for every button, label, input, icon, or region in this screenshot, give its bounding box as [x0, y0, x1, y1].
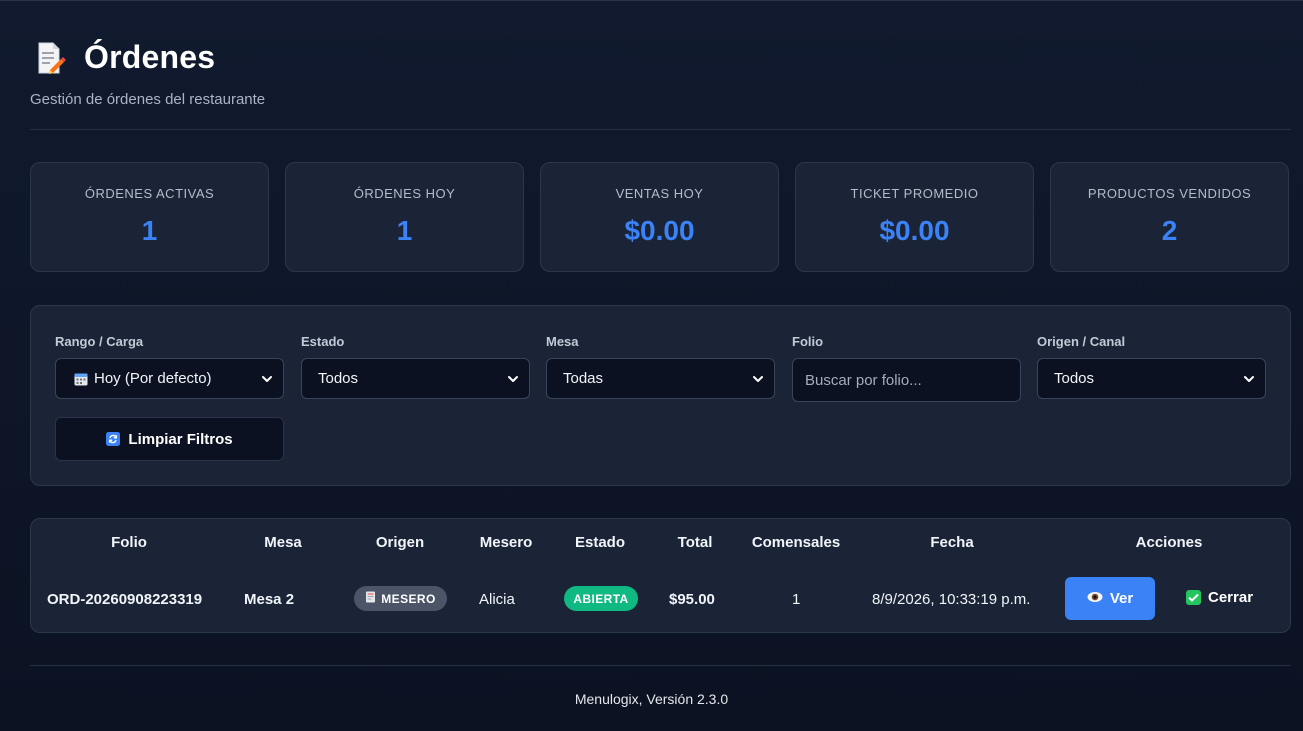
column-header-comensales: Comensales — [751, 534, 841, 551]
filter-table: Mesa Todas — [546, 334, 775, 399]
table-select-value: Todas — [563, 370, 604, 387]
filter-label: Mesa — [546, 334, 579, 349]
refresh-icon — [106, 432, 121, 446]
stat-value: $0.00 — [624, 215, 695, 246]
range-select-value: Hoy (Por defecto) — [94, 370, 212, 387]
view-order-button[interactable]: Ver — [1065, 577, 1155, 620]
column-header-folio: Folio — [111, 534, 147, 551]
stat-label: PRODUCTOS VENDIDOS — [1087, 186, 1252, 201]
chevron-down-icon — [507, 372, 519, 384]
stat-value: $0.00 — [879, 215, 950, 246]
filters-panel: Rango / Carga Hoy (Por defecto) Estado T… — [30, 305, 1291, 486]
eye-icon — [1087, 590, 1103, 607]
origin-badge: MESERO — [354, 586, 447, 611]
view-order-label: Ver — [1109, 590, 1134, 607]
stat-card-products-sold: PRODUCTOS VENDIDOS 2 — [1050, 162, 1289, 272]
calendar-icon — [74, 372, 88, 386]
cell-mesero: Alicia — [479, 591, 515, 608]
cell-folio: ORD-20260908223319 — [47, 591, 203, 608]
header-divider — [30, 129, 1291, 130]
table-select[interactable]: Todas — [546, 358, 775, 399]
stat-label: TICKET PROMEDIO — [850, 186, 979, 201]
page-header: Órdenes — [30, 39, 215, 76]
cell-fecha: 8/9/2026, 10:33:19 p.m. — [872, 591, 1031, 608]
stat-value: 1 — [396, 215, 413, 246]
stat-card-average-ticket: TICKET PROMEDIO $0.00 — [795, 162, 1034, 272]
status-badge: ABIERTA — [564, 586, 638, 611]
column-header-origen: Origen — [375, 534, 425, 551]
waiter-icon — [365, 591, 376, 606]
orders-table: Folio Mesa Origen Mesero Estado Total Co… — [30, 518, 1291, 633]
filter-label: Folio — [792, 334, 824, 349]
filter-origin: Origen / Canal Todos — [1037, 334, 1266, 399]
stat-value: 1 — [141, 215, 158, 246]
column-header-mesero: Mesero — [479, 534, 533, 551]
stat-value: 2 — [1161, 215, 1178, 246]
stat-card-active-orders: ÓRDENES ACTIVAS 1 — [30, 162, 269, 272]
cell-total: $95.00 — [669, 591, 715, 608]
column-header-estado: Estado — [574, 534, 625, 551]
column-header-mesa: Mesa — [264, 534, 302, 551]
chevron-down-icon — [752, 372, 764, 384]
filter-label: Rango / Carga — [55, 334, 144, 349]
close-order-label: Cerrar — [1208, 589, 1254, 606]
stat-label: ÓRDENES ACTIVAS — [84, 186, 215, 201]
filter-range: Rango / Carga Hoy (Por defecto) — [55, 334, 284, 399]
stat-label: ÓRDENES HOY — [353, 186, 456, 201]
folio-search-input[interactable] — [792, 358, 1021, 402]
stat-label: VENTAS HOY — [615, 186, 704, 201]
footer-version: Menulogix, Versión 2.3.0 — [574, 691, 729, 707]
cell-comensales: 1 — [792, 591, 801, 608]
status-select[interactable]: Todos — [301, 358, 530, 399]
filter-label: Estado — [301, 334, 345, 349]
page-subtitle: Gestión de órdenes del restaurante — [30, 91, 266, 108]
origin-select-value: Todos — [1054, 370, 1095, 387]
clear-filters-label: Limpiar Filtros — [128, 430, 233, 448]
stat-card-sales-today: VENTAS HOY $0.00 — [540, 162, 779, 272]
filter-folio: Folio — [792, 334, 1021, 402]
check-icon — [1186, 590, 1201, 605]
filter-label: Origen / Canal — [1037, 334, 1126, 349]
chevron-down-icon — [261, 372, 273, 384]
origin-badge-label: MESERO — [381, 591, 436, 606]
orders-page: Órdenes Gestión de órdenes del restauran… — [0, 0, 1303, 731]
range-select[interactable]: Hoy (Por defecto) — [55, 358, 284, 399]
page-title: Órdenes — [84, 39, 216, 75]
status-select-value: Todos — [318, 370, 359, 387]
cell-mesa: Mesa 2 — [244, 591, 295, 608]
close-order-button[interactable]: Cerrar — [1186, 589, 1253, 606]
footer-divider — [30, 665, 1291, 666]
filter-status: Estado Todos — [301, 334, 530, 399]
chevron-down-icon — [1243, 372, 1255, 384]
memo-icon — [30, 40, 66, 76]
stats-row: ÓRDENES ACTIVAS 1 ÓRDENES HOY 1 VENTAS H… — [30, 162, 1289, 272]
column-header-total: Total — [677, 534, 713, 551]
column-header-fecha: Fecha — [930, 534, 974, 551]
stat-card-orders-today: ÓRDENES HOY 1 — [285, 162, 524, 272]
column-header-acciones: Acciones — [1135, 534, 1203, 551]
clear-filters-button[interactable]: Limpiar Filtros — [55, 417, 284, 461]
origin-select[interactable]: Todos — [1037, 358, 1266, 399]
